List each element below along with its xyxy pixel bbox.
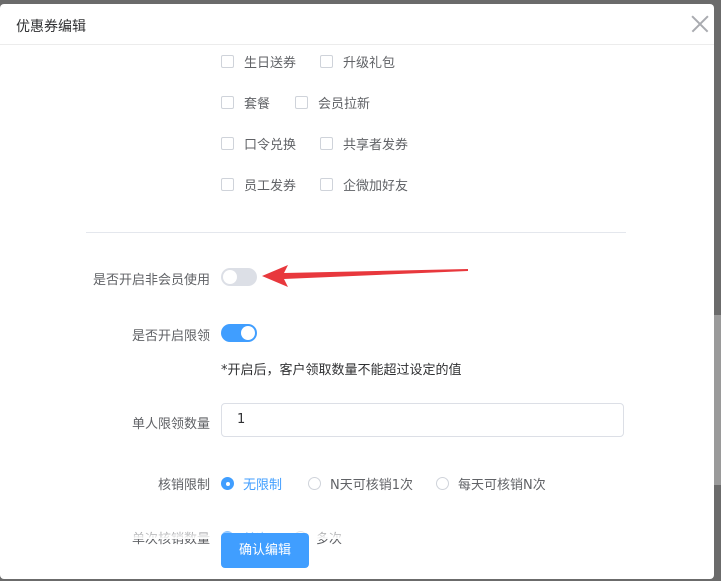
radio-n-days-once[interactable]: N天可核销1次 <box>308 474 413 493</box>
checkbox-package[interactable]: 套餐 <box>221 92 270 112</box>
checkbox-label: 共享者发券 <box>343 137 409 153</box>
section-divider <box>86 232 626 233</box>
radio-daily-n-times[interactable]: 每天可核销N次 <box>436 474 546 493</box>
checkbox-box[interactable] <box>221 177 234 191</box>
checkbox-label: 套餐 <box>244 96 271 112</box>
checkbox-box[interactable] <box>320 136 333 150</box>
checkbox-label: 会员拉新 <box>318 96 371 112</box>
dialog-body: 生日送券 升级礼包 套餐 会员拉新 口令兑换 共享者发券 员工发券 企微加好友 … <box>0 45 714 579</box>
radio-no-limit[interactable]: 无限制 <box>221 474 282 493</box>
checkbox-label: 升级礼包 <box>343 55 396 71</box>
limit-switch[interactable] <box>221 324 257 342</box>
scroll-fade <box>0 527 714 539</box>
dialog-title: 优惠券编辑 <box>16 19 86 35</box>
switch-knob <box>223 270 237 284</box>
checkbox-wecom-add-friend[interactable]: 企微加好友 <box>320 174 408 194</box>
redeem-limit-label: 核销限制 <box>157 478 210 493</box>
non-member-switch[interactable] <box>221 268 257 286</box>
close-icon[interactable] <box>690 14 710 34</box>
checkbox-label: 生日送券 <box>244 55 297 71</box>
per-person-limit-label: 单人限领数量 <box>131 417 210 432</box>
limit-label: 是否开启限领 <box>131 329 210 344</box>
dialog-header: 优惠券编辑 <box>0 4 714 45</box>
page-scrollbar[interactable] <box>714 315 721 485</box>
radio-circle[interactable] <box>308 477 321 490</box>
radio-label: N天可核销1次 <box>330 478 413 493</box>
checkbox-box[interactable] <box>295 95 308 109</box>
checkbox-label: 口令兑换 <box>244 137 297 153</box>
checkbox-upgrade-gift[interactable]: 升级礼包 <box>320 51 395 71</box>
checkbox-box[interactable] <box>221 95 234 109</box>
radio-label: 每天可核销N次 <box>458 478 546 493</box>
checkbox-code-redeem[interactable]: 口令兑换 <box>221 133 296 153</box>
confirm-edit-button[interactable]: 确认编辑 <box>221 533 309 568</box>
checkbox-sharer-coupon[interactable]: 共享者发券 <box>320 133 408 153</box>
checkbox-label: 企微加好友 <box>343 178 409 194</box>
checkbox-box[interactable] <box>320 177 333 191</box>
checkbox-birthday-coupon[interactable]: 生日送券 <box>221 51 296 71</box>
radio-label: 无限制 <box>243 478 283 493</box>
checkbox-box[interactable] <box>320 54 333 68</box>
red-arrow-annotation <box>262 265 468 287</box>
limit-hint: *开启后，客户领取数量不能超过设定的值 <box>221 363 462 378</box>
checkbox-member-referral[interactable]: 会员拉新 <box>295 92 370 112</box>
switch-knob <box>241 326 255 340</box>
per-person-limit-input[interactable]: 1 <box>221 403 624 437</box>
radio-circle[interactable] <box>436 477 449 490</box>
checkbox-label: 员工发券 <box>244 178 297 194</box>
checkbox-box[interactable] <box>221 54 234 68</box>
checkbox-staff-coupon[interactable]: 员工发券 <box>221 174 296 194</box>
checkbox-box[interactable] <box>221 136 234 150</box>
non-member-label: 是否开启非会员使用 <box>92 273 210 288</box>
radio-circle[interactable] <box>221 477 234 490</box>
coupon-edit-dialog: 优惠券编辑 生日送券 升级礼包 套餐 会员拉新 口令兑换 共享者发券 员工发券 … <box>0 4 714 579</box>
